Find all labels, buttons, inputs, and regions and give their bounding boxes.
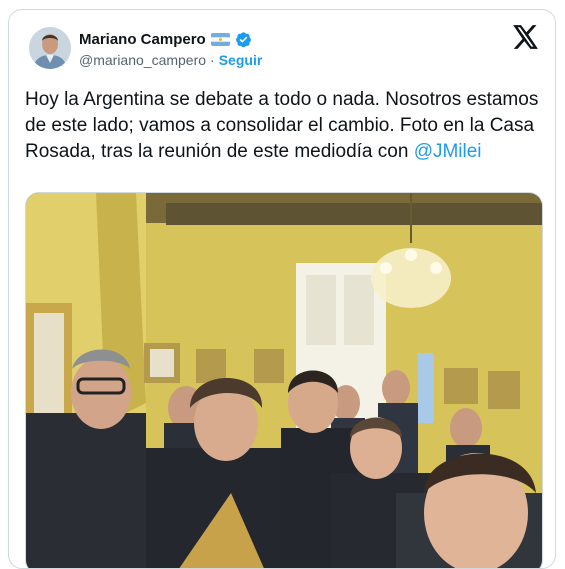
separator-dot: · (210, 52, 215, 68)
author-handle[interactable]: @mariano_campero (79, 52, 206, 68)
tweet-photo[interactable] (25, 192, 543, 568)
follow-button[interactable]: Seguir (219, 52, 263, 68)
argentina-flag-icon (210, 32, 230, 46)
handle-row: @mariano_campero · Seguir (79, 52, 262, 68)
author-name[interactable]: Mariano Campero (79, 31, 206, 48)
verified-badge-icon (235, 31, 252, 48)
x-logo-icon[interactable] (513, 25, 539, 49)
avatar[interactable] (29, 27, 71, 69)
mention-link[interactable]: @JMilei (414, 141, 482, 162)
tweet-text: Hoy la Argentina se debate a todo o nada… (25, 87, 540, 165)
tweet-card[interactable]: Mariano Campero @mariano_campero · Segui… (8, 9, 556, 569)
author-name-row: Mariano Campero (79, 29, 252, 49)
